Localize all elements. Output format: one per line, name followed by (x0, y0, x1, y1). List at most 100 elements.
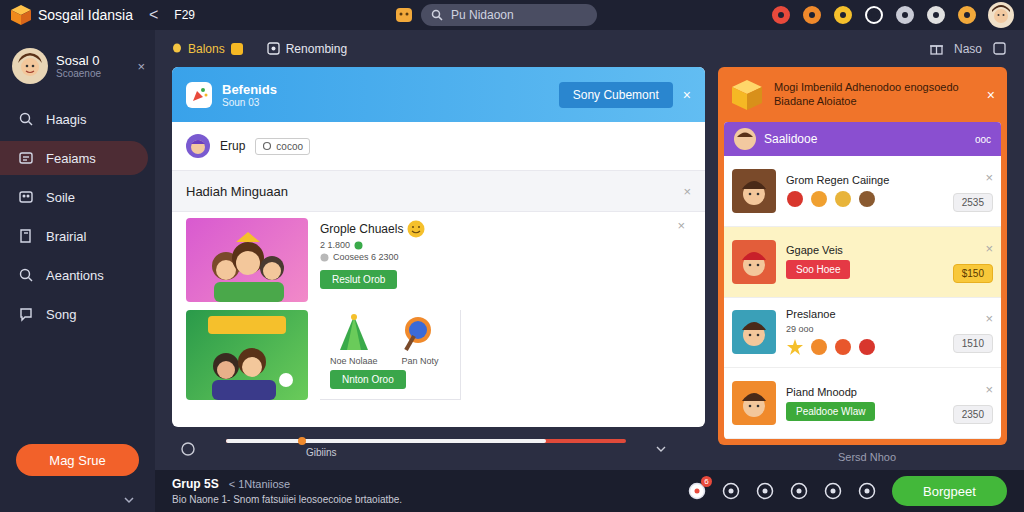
box-icon (730, 78, 764, 112)
group-subtitle: < 1Ntaniiose (229, 478, 290, 490)
offer-item[interactable]: Ggape VeisSoo Hoee×$150 (724, 227, 1001, 298)
offer-item-title: Ggape Veis (786, 244, 943, 256)
toolbar-icon[interactable] (957, 5, 977, 25)
toolbar-icon[interactable] (926, 5, 946, 25)
offer-button[interactable]: Pealdooe Wlaw (786, 402, 875, 421)
reward-picture (186, 310, 308, 400)
offer-subheader: Saalidooe ooc (724, 122, 1001, 156)
toolbar-label[interactable]: Naso (954, 42, 982, 56)
reward-icon (786, 338, 804, 356)
close-button[interactable]: × (985, 311, 993, 326)
offer-item-title: Grom Regen Caiinge (786, 174, 943, 186)
chevron-down-icon[interactable] (656, 445, 666, 453)
close-button[interactable]: × (677, 218, 685, 233)
back-button[interactable]: < (143, 6, 164, 24)
guitar-icon (402, 314, 438, 354)
offer-item[interactable]: Grom Regen Caiinge×2535 (724, 156, 1001, 227)
toolbar-icon[interactable] (833, 5, 853, 25)
flag-icon[interactable] (858, 482, 876, 500)
toolbar-icon[interactable] (771, 5, 791, 25)
user-avatar-icon[interactable] (988, 2, 1014, 28)
panel-note: Sersd Nhoo (718, 445, 1007, 463)
party-hat-icon (336, 314, 372, 354)
sidebar-item[interactable]: Song (0, 297, 148, 331)
grid-icon[interactable] (756, 482, 774, 500)
sidebar-item-label: Haagis (46, 112, 86, 127)
box-logo-icon (10, 4, 32, 26)
reward-title: Grople Chuaels (320, 222, 403, 236)
reward-button[interactable]: Reslut Orob (320, 270, 397, 289)
search-field[interactable] (421, 4, 597, 26)
sidebar-item[interactable]: Brairial (0, 219, 148, 253)
character-thumbnail-icon (732, 169, 776, 213)
sidebar-item[interactable]: Feaiams (0, 141, 148, 175)
group-avatar-icon (186, 134, 210, 158)
reward-picture (186, 218, 308, 302)
toolbar-icon[interactable] (864, 5, 884, 25)
reward-icon (810, 338, 828, 356)
book-icon (18, 228, 34, 244)
offer-item[interactable]: Preslanoe29 ooo×1510 (724, 298, 1001, 369)
help-icon[interactable] (824, 482, 842, 500)
tab[interactable]: Balons (172, 42, 243, 56)
offer-item[interactable]: Piand MnoodpPealdooe Wlaw×2350 (724, 368, 1001, 439)
smile-icon (18, 189, 34, 205)
sidebar-item[interactable]: Aeantions (0, 258, 148, 292)
avatar-icon (734, 128, 756, 150)
progress-label: Gibiins (226, 447, 626, 458)
send-button[interactable]: Borgpeet (892, 476, 1007, 506)
profile[interactable]: Sosal 0Scoaenoe× (0, 48, 155, 84)
search-group (395, 4, 597, 26)
price-pill: 1510 (953, 334, 993, 353)
primary-button[interactable]: Mag Srue (16, 444, 139, 476)
offer-button[interactable]: Soo Hoee (786, 260, 850, 279)
search-input[interactable] (449, 7, 587, 23)
search-icon (18, 111, 34, 127)
close-button[interactable]: × (137, 59, 145, 74)
sidebar-item-label: Song (46, 307, 76, 322)
close-button[interactable]: × (985, 170, 993, 185)
brand[interactable]: Sosgail Idansia (10, 4, 133, 26)
close-button[interactable]: × (985, 382, 993, 397)
profile-subtitle: Scoaenoe (56, 68, 129, 79)
close-button[interactable]: × (985, 241, 993, 256)
chat-icon (18, 306, 34, 322)
chat-icon[interactable] (722, 482, 740, 500)
menu-icon[interactable] (992, 41, 1007, 56)
reward-meta: 2 1.800 (320, 240, 350, 250)
reward-detail: Coosees 6 2300 (333, 252, 399, 262)
top-icons (771, 2, 1014, 28)
sidebar: Sosal 0Scoaenoe×HaagisFeaiamsSoileBrairi… (0, 30, 155, 512)
gift-icon[interactable] (929, 41, 944, 56)
toolbar-icon[interactable] (802, 5, 822, 25)
gem-icon (354, 241, 363, 250)
pair-item[interactable]: Pan Noty (402, 314, 439, 366)
sidebar-item[interactable]: Soile (0, 180, 148, 214)
reward-icon (810, 190, 828, 208)
close-button[interactable]: × (683, 87, 691, 103)
sidebar-item[interactable]: Haagis (0, 102, 148, 136)
offer-panel: Mogi Imbenild Adhenodoo enogsoedo Biadan… (718, 67, 1007, 445)
coin-icon[interactable] (395, 6, 413, 24)
card-subtitle: Soun 03 (222, 97, 549, 108)
tab[interactable]: Renombing (267, 42, 347, 56)
bottom-bar: Grup 5S< 1NtaniioseBio Naone 1- Snom fat… (155, 470, 1024, 512)
close-button[interactable]: × (683, 184, 691, 199)
header-button[interactable]: Sony Cubemont (559, 82, 673, 108)
reward-button[interactable]: Nnton Oroo (330, 370, 406, 389)
loop-icon[interactable] (180, 441, 196, 457)
group-chip[interactable]: cocoo (255, 138, 310, 155)
sidebar-item-label: Aeantions (46, 268, 104, 283)
close-button[interactable]: × (987, 87, 995, 103)
pair-item[interactable]: Noe Nolaae (330, 314, 378, 366)
character-thumbnail-icon (732, 240, 776, 284)
toolbar-icon[interactable] (895, 5, 915, 25)
app-title: Sosgail Idansia (38, 7, 133, 23)
offer-subheader-title: Saalidooe (764, 132, 967, 146)
chevron-down-icon[interactable] (123, 496, 135, 504)
progress-bar[interactable] (226, 439, 626, 443)
offer-subheader-tag: ooc (975, 134, 991, 145)
progress-marker[interactable] (298, 437, 306, 445)
gear-icon[interactable] (790, 482, 808, 500)
card-title: Befenids (222, 82, 549, 97)
